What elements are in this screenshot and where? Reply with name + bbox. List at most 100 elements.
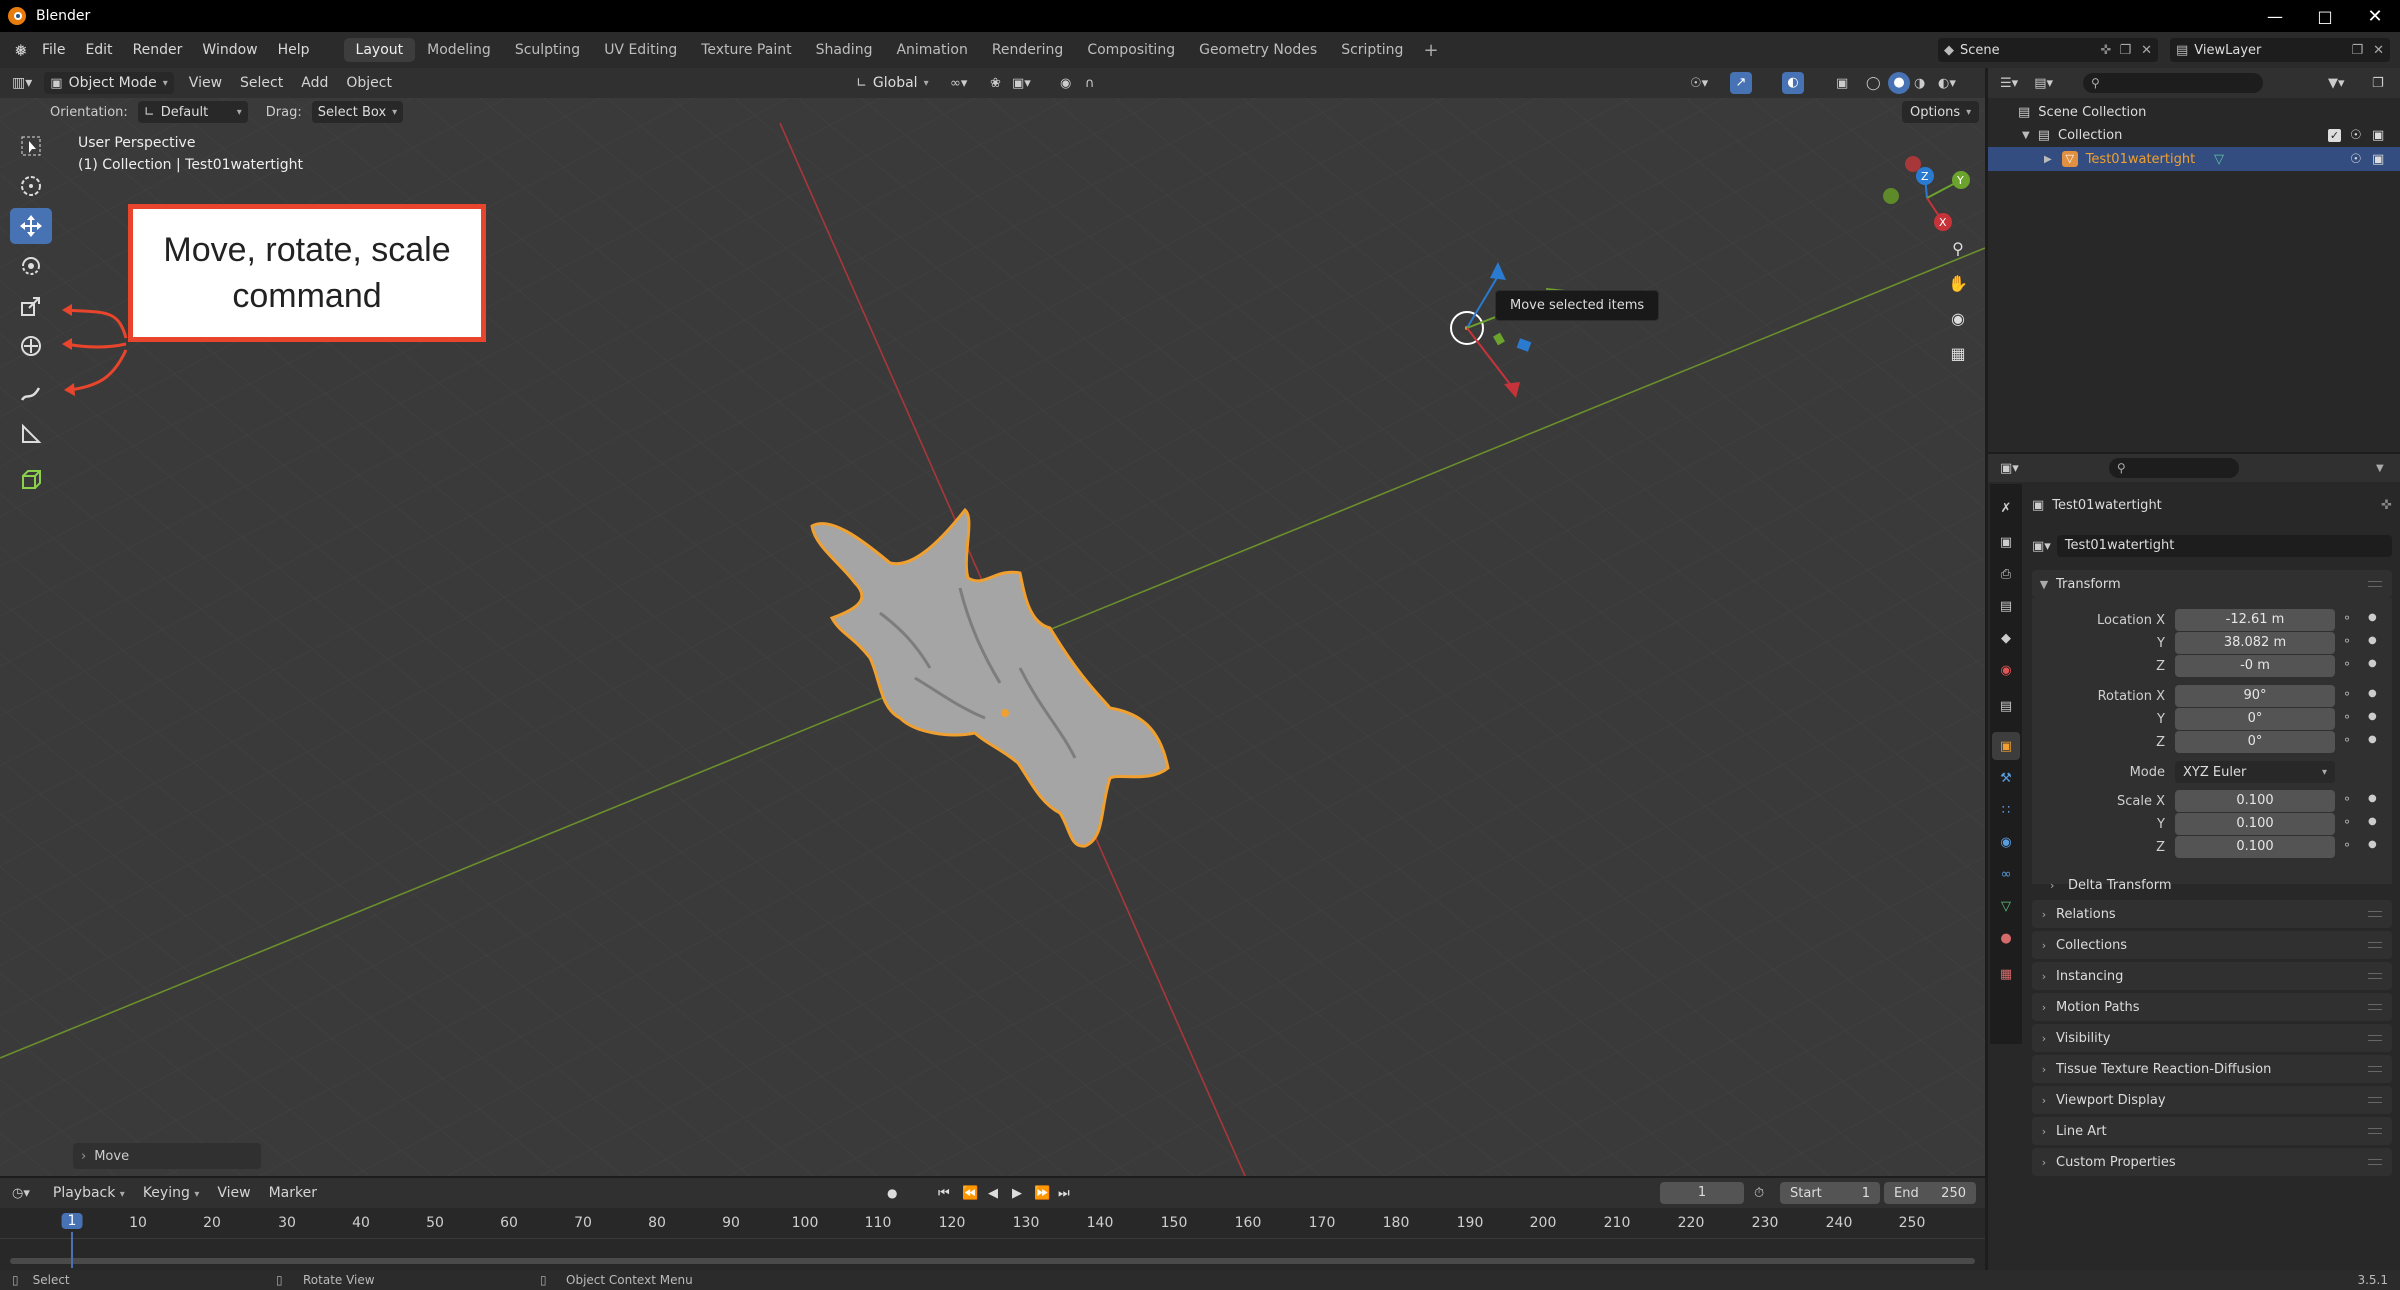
mode-dropdown[interactable]: ▣ Object Mode ▾ [44,72,174,94]
menu-playback[interactable]: Playback ▾ [44,1185,134,1201]
wireframe-shading-icon[interactable]: ◯ [1866,76,1881,91]
camera-icon[interactable]: ▣ [2372,128,2384,143]
keyframe-dot-icon[interactable]: ● [2368,658,2377,669]
select-box-tool[interactable] [10,128,52,164]
tab-scripting[interactable]: Scripting [1329,38,1415,62]
eye-icon[interactable]: ☉ [2350,128,2362,143]
menu-select[interactable]: Select [231,75,292,91]
tab-modeling[interactable]: Modeling [415,38,503,62]
properties-editor-icon[interactable]: ▣▾ [2000,461,2019,476]
transform-tool[interactable] [10,328,52,364]
rotation-x-field[interactable]: 90° [2175,685,2335,707]
display-mode-icon[interactable]: ▤▾ [2034,76,2053,91]
panel-collections[interactable]: › Collections [2032,931,2392,959]
falloff-icon[interactable]: ∩ [1085,76,1095,91]
camera-icon[interactable]: ▣ [2372,152,2384,167]
playhead[interactable]: 1 [61,1213,83,1229]
blender-menu-icon[interactable]: ❅ [10,39,32,61]
current-frame-field[interactable]: 1 [1660,1182,1744,1204]
scale-y-field[interactable]: 0.100 [2175,813,2335,835]
move-tool[interactable] [10,208,52,244]
rotate-tool[interactable] [10,248,52,284]
cursor-tool[interactable] [10,168,52,204]
navigation-gizmo[interactable]: Z Y X [1875,138,1975,238]
3d-viewport[interactable]: Move selected items User Perspective (1)… [0,68,1985,1176]
maximize-button[interactable]: □ [2300,7,2350,26]
scale-x-field[interactable]: 0.100 [2175,790,2335,812]
outliner-object-row[interactable]: ▶ ▽ Test01watertight ▽ ☉ ▣ [1988,147,2400,171]
lock-icon[interactable]: ⚬ [2342,733,2352,747]
visibility-icon[interactable]: ☉▾ [1690,76,1708,91]
delta-transform-subpanel[interactable]: › Delta Transform [2050,874,2380,896]
filter-icon[interactable]: ▼▾ [2328,76,2345,91]
tab-uv-editing[interactable]: UV Editing [592,38,689,62]
tab-shading[interactable]: Shading [804,38,885,62]
end-frame-field[interactable]: End 250 [1884,1182,1976,1204]
menu-add[interactable]: Add [292,75,337,91]
panel-tissue[interactable]: › Tissue Texture Reaction-Diffusion [2032,1055,2392,1083]
measure-tool[interactable] [10,416,52,452]
menu-file[interactable]: File [32,42,75,58]
panel-instancing[interactable]: › Instancing [2032,962,2392,990]
keyframe-dot-icon[interactable]: ● [2368,612,2377,623]
keyframe-dot-icon[interactable]: ● [2368,688,2377,699]
constraints-tab-icon[interactable]: ∞ [1994,862,2018,886]
camera-view-icon[interactable]: ◉ [1943,303,1973,333]
lock-icon[interactable]: ⚬ [2342,687,2352,701]
menu-help[interactable]: Help [268,42,320,58]
xray-icon[interactable]: ▣ [1836,76,1848,91]
material-tab-icon[interactable]: ● [1994,926,2018,950]
lock-icon[interactable]: ⚬ [2342,634,2352,648]
tab-geometry-nodes[interactable]: Geometry Nodes [1187,38,1329,62]
new-collection-icon[interactable]: ❐ [2372,76,2384,91]
snap-icon[interactable]: ❀ [990,76,1001,91]
tool-tab-icon[interactable]: ✗ [1994,496,2018,520]
delete-scene-icon[interactable]: ✕ [2135,43,2158,58]
menu-timeline-view[interactable]: View [208,1185,259,1201]
keyframe-dot-icon[interactable]: ● [2368,635,2377,646]
render-tab-icon[interactable]: ▣ [1994,530,2018,554]
collection-checkbox[interactable]: ✓ [2328,128,2341,142]
pin-icon[interactable]: ✜ [2097,43,2116,58]
tab-layout[interactable]: Layout [343,38,416,62]
snap-target-icon[interactable]: ▣▾ [1012,76,1031,91]
menu-window[interactable]: Window [192,42,267,58]
outliner-search-input[interactable]: ⚲ [2083,73,2263,93]
keyframe-dot-icon[interactable]: ● [2368,793,2377,804]
lock-icon[interactable]: ⚬ [2342,792,2352,806]
lock-icon[interactable]: ⚬ [2342,710,2352,724]
panel-custom-properties[interactable]: › Custom Properties [2032,1148,2392,1176]
properties-search-input[interactable]: ⚲ [2108,458,2239,478]
stopwatch-icon[interactable]: ⏱ [1754,1186,1764,1201]
location-y-field[interactable]: 38.082 m [2175,632,2335,654]
viewlayer-selector[interactable]: ▤ ViewLayer ❐ ✕ [2170,38,2390,62]
ortho-grid-icon[interactable]: ▦ [1943,338,1973,368]
menu-marker[interactable]: Marker [260,1185,326,1201]
jump-end-icon[interactable]: ⏭ [1058,1186,1070,1201]
data-tab-icon[interactable]: ▽ [1994,894,2018,918]
add-cube-tool[interactable] [10,462,52,498]
pan-hand-icon[interactable]: ✋ [1943,268,1973,298]
output-tab-icon[interactable]: ⎙ [1994,562,2018,586]
panel-visibility[interactable]: › Visibility [2032,1024,2392,1052]
rendered-shading-icon[interactable]: ◐▾ [1938,76,1956,91]
expand-arrow-icon[interactable]: ▶ [2044,154,2052,165]
rotation-y-field[interactable]: 0° [2175,708,2335,730]
options-dropdown[interactable]: Options ▾ [1902,101,1980,123]
tab-compositing[interactable]: Compositing [1075,38,1187,62]
proportional-edit-icon[interactable]: ◉ [1060,76,1071,91]
lock-icon[interactable]: ⚬ [2342,657,2352,671]
lock-icon[interactable]: ⚬ [2342,838,2352,852]
prev-keyframe-icon[interactable]: ⏪ [962,1186,978,1201]
lock-icon[interactable]: ⚬ [2342,815,2352,829]
minimize-button[interactable]: — [2250,7,2300,26]
outliner-scene-collection[interactable]: ▤ Scene Collection [1988,100,2400,124]
record-icon[interactable]: ● [887,1186,897,1200]
close-button[interactable]: ✕ [2350,6,2400,27]
menu-view[interactable]: View [180,75,231,91]
object-name-input[interactable]: Test01watertight [2056,535,2392,557]
annotate-tool[interactable] [10,376,52,412]
menu-edit[interactable]: Edit [75,42,122,58]
delete-viewlayer-icon[interactable]: ✕ [2367,43,2390,58]
gizmo-toggle-icon[interactable]: ↗ [1730,72,1752,94]
